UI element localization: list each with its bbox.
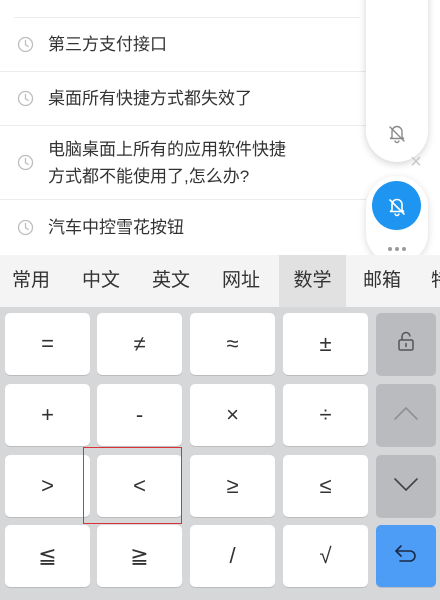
key-slash[interactable]: / bbox=[190, 525, 275, 587]
history-item[interactable]: 电脑桌面上所有的应用软件快捷方式都不能使用了,怎么办? bbox=[0, 126, 366, 200]
key-equals[interactable]: = bbox=[5, 313, 90, 375]
bell-muted-icon[interactable] bbox=[372, 181, 421, 230]
clock-icon bbox=[16, 154, 34, 172]
key-less-equal-alt[interactable]: ≦ bbox=[5, 525, 90, 587]
key-greater-than[interactable]: > bbox=[5, 455, 90, 517]
key-minus[interactable]: - bbox=[97, 384, 182, 446]
page-down-key[interactable] bbox=[376, 455, 436, 517]
tab-url[interactable]: 网址 bbox=[208, 255, 274, 307]
history-item-label: 电脑桌面上所有的应用软件快捷方式都不能使用了,怎么办? bbox=[48, 139, 286, 186]
key-greater-equal-alt[interactable]: ≧ bbox=[97, 525, 182, 587]
key-plus-minus[interactable]: ± bbox=[283, 313, 368, 375]
tab-common[interactable]: 常用 bbox=[0, 255, 62, 307]
return-icon bbox=[391, 541, 421, 571]
arrow-down-icon bbox=[392, 473, 420, 499]
key-not-equal[interactable]: ≠ bbox=[97, 313, 182, 375]
history-item[interactable]: 桌面所有快捷方式都失效了 bbox=[0, 72, 366, 126]
page-up-key[interactable] bbox=[376, 384, 436, 446]
list-item-partial bbox=[14, 0, 360, 18]
key-multiply[interactable]: × bbox=[190, 384, 275, 446]
math-symbol-keypad: = ≠ ≈ ± + - × ÷ > < ≥ ≤ ≦ ≧ / √ bbox=[0, 307, 440, 600]
arrow-up-icon bbox=[392, 402, 420, 428]
tab-email[interactable]: 邮箱 bbox=[350, 255, 414, 307]
clock-icon bbox=[16, 90, 34, 108]
more-icon[interactable] bbox=[384, 243, 410, 255]
key-less-than[interactable]: < bbox=[83, 447, 182, 524]
key-sqrt[interactable]: √ bbox=[283, 525, 368, 587]
history-item-label: 汽车中控雪花按钮 bbox=[48, 217, 184, 237]
key-divide[interactable]: ÷ bbox=[283, 384, 368, 446]
tab-english[interactable]: 英文 bbox=[138, 255, 204, 307]
bell-muted-icon[interactable] bbox=[384, 120, 410, 146]
symbol-category-tabs: 常用 中文 英文 网址 数学 邮箱 特 bbox=[0, 255, 440, 307]
return-key[interactable] bbox=[376, 525, 436, 587]
tab-math[interactable]: 数学 bbox=[279, 255, 346, 307]
tab-chinese[interactable]: 中文 bbox=[68, 255, 134, 307]
tab-special[interactable]: 特 bbox=[420, 255, 440, 307]
key-approx[interactable]: ≈ bbox=[190, 313, 275, 375]
key-less-equal[interactable]: ≤ bbox=[283, 455, 368, 517]
close-icon[interactable]: × bbox=[405, 151, 427, 173]
clock-icon bbox=[16, 36, 34, 54]
history-item-label: 第三方支付接口 bbox=[48, 35, 167, 54]
history-item[interactable]: 第三方支付接口 bbox=[0, 18, 366, 72]
key-plus[interactable]: + bbox=[5, 384, 90, 446]
clock-icon bbox=[16, 218, 34, 236]
key-greater-equal[interactable]: ≥ bbox=[190, 455, 275, 517]
history-item[interactable]: 汽车中控雪花按钮 bbox=[0, 200, 366, 254]
history-item-label: 桌面所有快捷方式都失效了 bbox=[48, 89, 252, 108]
lock-toggle-key[interactable] bbox=[376, 313, 436, 375]
unlock-icon bbox=[393, 328, 419, 360]
